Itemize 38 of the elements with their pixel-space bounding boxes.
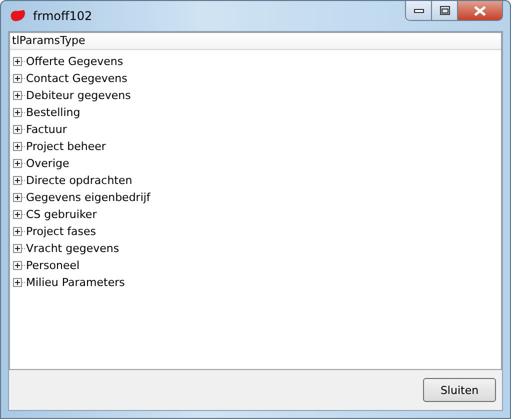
tree-item[interactable]: Factuur	[26, 123, 67, 136]
tree-item[interactable]: Directe opdrachten	[26, 174, 132, 187]
tree-item[interactable]: Offerte Gegevens	[26, 55, 124, 68]
tree-item[interactable]: Overige	[26, 157, 70, 170]
tree-item[interactable]: Vracht gegevens	[26, 242, 120, 255]
tree-item[interactable]: CS gebruiker	[26, 208, 97, 221]
minimize-icon	[414, 8, 424, 12]
tree-item[interactable]: Bestelling	[26, 106, 80, 119]
window-title: frmoff102	[33, 9, 92, 23]
tree-item[interactable]: Contact Gegevens	[26, 72, 128, 85]
tree-item[interactable]: Gegevens eigenbedrijf	[26, 191, 150, 204]
maximize-button[interactable]	[432, 1, 458, 20]
expand-icon[interactable]	[13, 278, 22, 287]
expand-icon[interactable]	[13, 159, 22, 168]
close-icon	[474, 6, 486, 16]
close-button[interactable]	[458, 1, 502, 20]
expand-icon[interactable]	[13, 108, 22, 117]
expand-icon[interactable]	[13, 261, 22, 270]
maximize-icon	[440, 6, 450, 15]
tree-item[interactable]: Milieu Parameters	[26, 276, 125, 289]
tree-item[interactable]: Project fases	[26, 225, 96, 238]
column-header[interactable]: tlParamsType	[10, 33, 501, 50]
expand-icon[interactable]	[13, 227, 22, 236]
tree-item[interactable]: Debiteur gegevens	[26, 89, 131, 102]
tree-item[interactable]: Personeel	[26, 259, 80, 272]
close-dialog-button[interactable]: Sluiten	[423, 378, 496, 402]
expand-icon[interactable]	[13, 57, 22, 66]
expand-icon[interactable]	[13, 193, 22, 202]
expand-icon[interactable]	[13, 142, 22, 151]
expand-icon[interactable]	[13, 210, 22, 219]
app-logo-icon	[9, 9, 27, 23]
expand-icon[interactable]	[13, 91, 22, 100]
expand-icon[interactable]	[13, 176, 22, 185]
minimize-button[interactable]	[406, 1, 432, 20]
expand-icon[interactable]	[13, 74, 22, 83]
expand-icon[interactable]	[13, 125, 22, 134]
tree-item[interactable]: Project beheer	[26, 140, 106, 153]
expand-icon[interactable]	[13, 244, 22, 253]
